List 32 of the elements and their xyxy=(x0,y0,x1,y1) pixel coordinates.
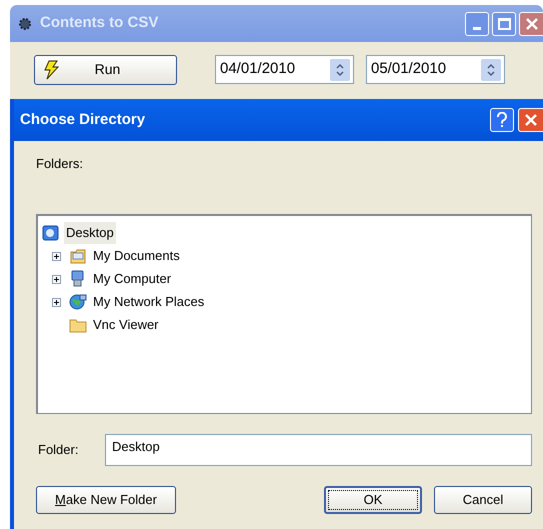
document-folder-icon xyxy=(69,247,87,265)
minimize-icon[interactable] xyxy=(465,12,489,36)
maximize-icon[interactable] xyxy=(492,12,516,36)
dialog-button[interactable]: Cancel xyxy=(434,486,532,514)
folders-label: Folders: xyxy=(36,155,84,173)
gear-icon xyxy=(18,16,32,30)
dialog-title: Choose Directory xyxy=(20,110,146,130)
window-title: Contents to CSV xyxy=(40,13,160,34)
run-button[interactable]: Run xyxy=(34,54,177,84)
folder-icon xyxy=(69,317,87,333)
help-icon[interactable] xyxy=(490,108,514,132)
desktop-icon xyxy=(42,224,60,242)
folder-label: Folder: xyxy=(37,440,80,459)
date-field[interactable]: 05/01/2010 xyxy=(366,55,505,84)
close-icon[interactable] xyxy=(519,12,543,36)
tree-item[interactable]: Desktop xyxy=(64,222,116,244)
spinner-icon[interactable] xyxy=(330,58,350,80)
tree-item[interactable]: My Computer xyxy=(92,269,172,289)
tree-item[interactable]: Vnc Viewer xyxy=(92,315,160,335)
date-field[interactable]: 04/01/2010 xyxy=(215,55,354,84)
expand-icon[interactable] xyxy=(52,298,61,306)
tree-item[interactable]: My Documents xyxy=(92,246,181,266)
spinner-icon[interactable] xyxy=(481,58,501,80)
expand-icon[interactable] xyxy=(52,274,61,284)
tree-item[interactable]: My Network Places xyxy=(92,292,206,312)
dialog-button[interactable]: OK xyxy=(324,486,422,514)
make-new-folder-button[interactable]: Make New Folder xyxy=(36,486,176,514)
network-globe-icon xyxy=(69,293,87,311)
close-icon[interactable] xyxy=(518,108,543,132)
folder-input[interactable]: Desktop xyxy=(105,434,532,466)
lightning-icon xyxy=(43,60,59,80)
expand-icon[interactable] xyxy=(52,252,61,260)
